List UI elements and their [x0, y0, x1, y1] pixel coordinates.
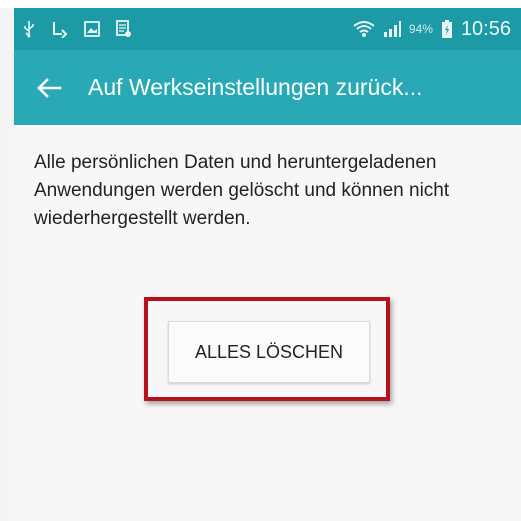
- usb-icon: [22, 20, 36, 38]
- status-bar-left: [22, 20, 132, 38]
- wifi-icon: [353, 20, 375, 38]
- screenshot-icon: [52, 20, 68, 38]
- screen: 94% 10:56 Auf Werkseinstellungen zurück.…: [0, 0, 521, 521]
- status-clock: 10:56: [460, 17, 511, 40]
- app-bar: Auf Werkseinstellungen zurück...: [14, 50, 521, 125]
- warning-description: Alle persönlichen Daten und heruntergela…: [34, 152, 450, 229]
- battery-percent: 94%: [408, 22, 433, 36]
- status-bar-right: 94% 10:56: [353, 18, 511, 41]
- delete-all-button[interactable]: ALLES LÖSCHEN: [168, 321, 370, 383]
- back-arrow-icon[interactable]: [34, 73, 64, 103]
- top-margin: [0, 0, 521, 8]
- signal-icon: [383, 21, 401, 37]
- battery-icon: [441, 20, 453, 38]
- main-content: Alle persönlichen Daten und heruntergela…: [14, 125, 521, 521]
- document-icon: [116, 20, 132, 38]
- gallery-icon: [84, 21, 100, 37]
- status-bar: 94% 10:56: [14, 8, 521, 50]
- page-title: Auf Werkseinstellungen zurück...: [88, 74, 423, 100]
